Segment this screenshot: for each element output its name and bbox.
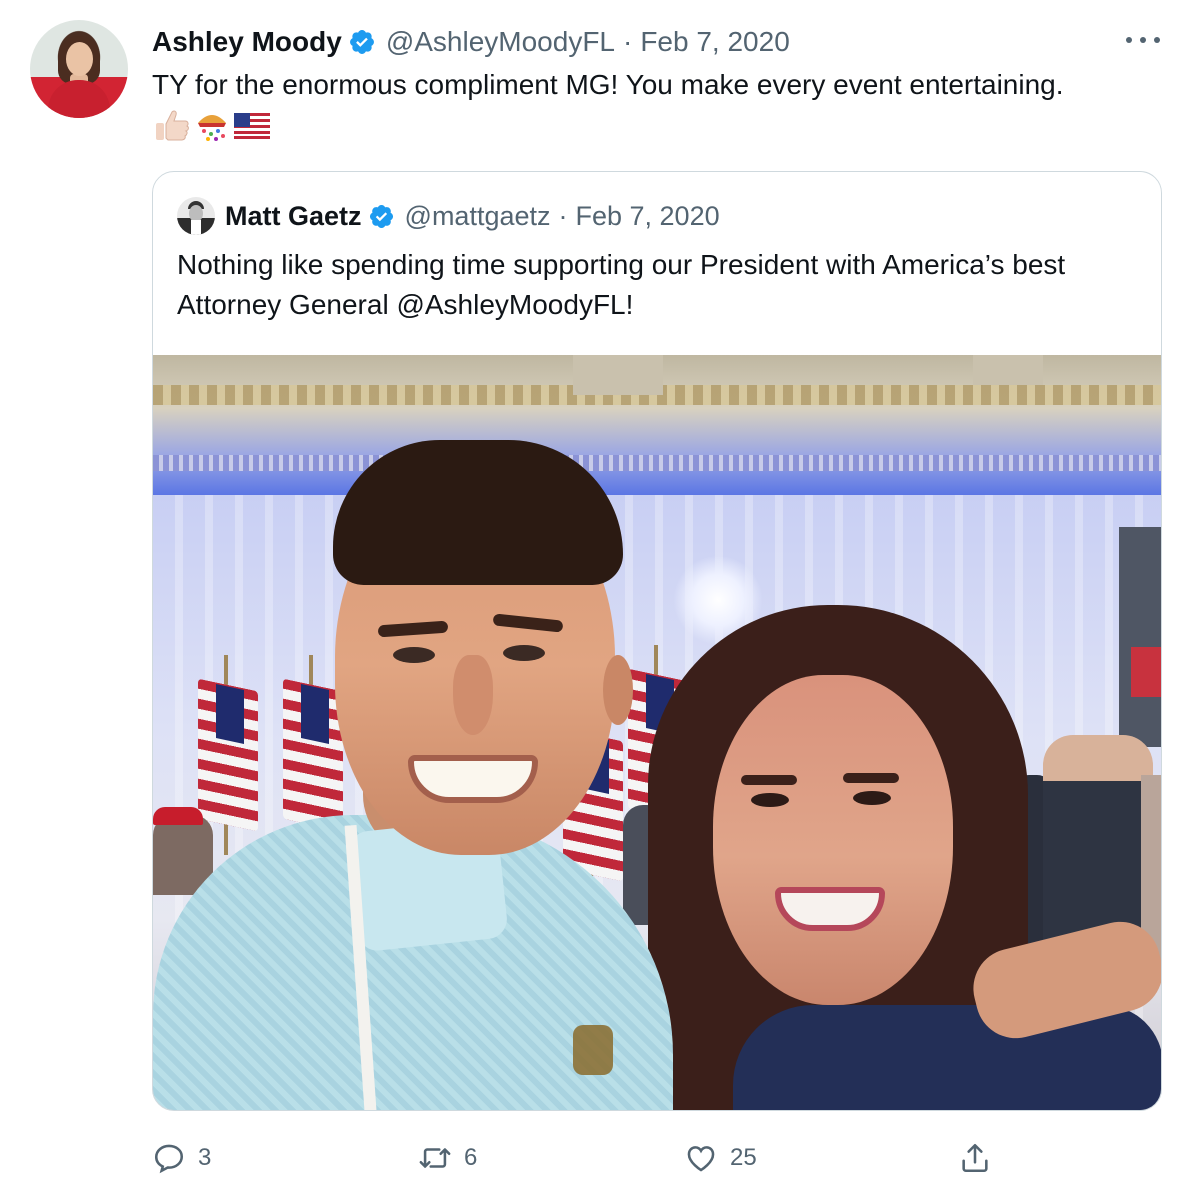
reply-button[interactable]: 3: [152, 1138, 211, 1178]
tweet-actions: 3 6 25: [152, 1138, 1012, 1178]
verified-badge-icon: [349, 30, 374, 54]
author-name[interactable]: Ashley Moody: [152, 26, 342, 58]
separator-dot: ·: [558, 200, 568, 231]
verified-badge-icon: [369, 204, 393, 228]
heart-icon: [687, 1146, 715, 1172]
quoted-tweet-text: Nothing like spending time supporting ou…: [177, 249, 1066, 320]
tweet-emojis: [154, 106, 270, 146]
more-options-ellipsis-icon[interactable]: [1126, 28, 1160, 52]
quoted-author-name[interactable]: Matt Gaetz: [225, 201, 362, 232]
reply-count: 3: [198, 1144, 212, 1171]
tweet-date[interactable]: Feb 7, 2020: [640, 26, 789, 58]
tweet[interactable]: Ashley Moody @AshleyMoodyFL · Feb 7, 202…: [0, 0, 1192, 1200]
like-button[interactable]: 25: [684, 1138, 757, 1178]
reply-icon: [154, 1144, 184, 1174]
retweet-button[interactable]: 6: [418, 1138, 477, 1178]
thumbs-up-emoji-icon: [156, 110, 189, 141]
quoted-tweet-header: Matt Gaetz @mattgaetz · Feb 7, 2020: [177, 196, 720, 236]
author-avatar[interactable]: [30, 20, 128, 118]
author-handle[interactable]: @AshleyMoodyFL: [386, 26, 615, 58]
tweet-header: Ashley Moody @AshleyMoodyFL · Feb 7, 202…: [152, 22, 790, 62]
share-icon: [962, 1143, 988, 1173]
quoted-tweet[interactable]: Matt Gaetz @mattgaetz · Feb 7, 2020 Noth…: [152, 171, 1162, 1111]
share-button[interactable]: [958, 1138, 992, 1178]
quoted-author-handle[interactable]: @mattgaetz: [405, 201, 551, 232]
like-count: 25: [730, 1144, 757, 1171]
separator-dot: ·: [623, 26, 633, 57]
tweet-text: TY for the enormous compliment MG! You m…: [152, 69, 1064, 100]
retweet-icon: [419, 1148, 451, 1168]
quoted-tweet-photo[interactable]: [153, 355, 1161, 1110]
retweet-count: 6: [464, 1144, 478, 1171]
confetti-ball-emoji-icon: [198, 115, 226, 141]
quoted-tweet-date[interactable]: Feb 7, 2020: [576, 201, 720, 232]
quoted-author-avatar[interactable]: [177, 197, 215, 235]
us-flag-emoji-icon: [234, 113, 270, 139]
